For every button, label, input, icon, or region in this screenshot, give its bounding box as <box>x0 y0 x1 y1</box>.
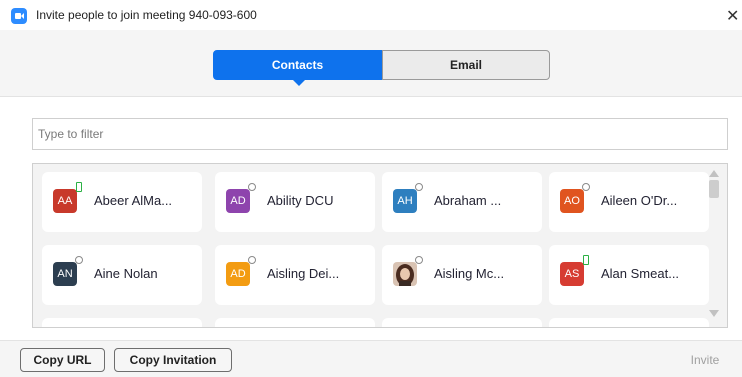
avatar: AH <box>393 189 417 213</box>
offline-status-icon <box>75 256 83 264</box>
scroll-up-arrow-icon[interactable] <box>709 170 719 177</box>
tab-contacts-label: Contacts <box>271 58 324 72</box>
avatar: AO <box>560 189 584 213</box>
zoom-app-icon <box>11 8 27 24</box>
scroll-down-arrow-icon[interactable] <box>709 310 719 317</box>
contact-card[interactable]: AH Abraham ... <box>382 172 542 232</box>
contact-list[interactable]: AA Abeer AlMa... AD Ability DCU AH Abrah… <box>32 163 728 328</box>
copy-url-button[interactable]: Copy URL <box>20 348 105 372</box>
offline-status-icon <box>582 183 590 191</box>
contact-card[interactable]: AD Ability DCU <box>215 172 375 232</box>
avatar: AN <box>53 262 77 286</box>
contact-card[interactable] <box>215 318 375 327</box>
avatar: AD <box>226 262 250 286</box>
avatar: AS <box>560 262 584 286</box>
contact-card[interactable] <box>549 318 709 327</box>
person-photo-icon <box>393 262 417 286</box>
offline-status-icon <box>415 183 423 191</box>
offline-status-icon <box>248 256 256 264</box>
tab-email-label: Email <box>449 58 482 72</box>
copy-invitation-button[interactable]: Copy Invitation <box>114 348 232 372</box>
contact-card[interactable]: AS Alan Smeat... <box>549 245 709 305</box>
contact-name: Abraham ... <box>434 193 502 208</box>
close-icon[interactable]: ✕ <box>726 6 739 26</box>
contact-name: Aisling Mc... <box>434 266 505 281</box>
avatar-photo <box>393 262 417 286</box>
invite-button[interactable]: Invite <box>674 348 736 372</box>
contact-name: Aileen O'Dr... <box>601 193 678 208</box>
mobile-status-icon <box>583 255 589 265</box>
window-title: Invite people to join meeting 940-093-60… <box>36 8 257 22</box>
contact-card[interactable] <box>42 318 202 327</box>
contact-card[interactable]: AD Aisling Dei... <box>215 245 375 305</box>
contact-name: Aisling Dei... <box>267 266 340 281</box>
contact-name: Abeer AlMa... <box>94 193 173 208</box>
contact-card[interactable] <box>382 318 542 327</box>
contact-card[interactable]: AN Aine Nolan <box>42 245 202 305</box>
avatar: AD <box>226 189 250 213</box>
scrollbar-thumb[interactable] <box>709 180 719 198</box>
tab-contacts[interactable]: Contacts <box>213 50 382 86</box>
avatar: AA <box>53 189 77 213</box>
tab-email[interactable]: Email <box>382 50 550 80</box>
contact-name: Ability DCU <box>267 193 334 208</box>
contact-name: Aine Nolan <box>94 266 158 281</box>
contact-card[interactable]: Aisling Mc... <box>382 245 542 305</box>
offline-status-icon <box>415 256 423 264</box>
contact-card[interactable]: AA Abeer AlMa... <box>42 172 202 232</box>
contact-card[interactable]: AO Aileen O'Dr... <box>549 172 709 232</box>
mobile-status-icon <box>76 182 82 192</box>
filter-input[interactable] <box>32 118 728 150</box>
title-bar: Invite people to join meeting 940-093-60… <box>0 0 742 30</box>
offline-status-icon <box>248 183 256 191</box>
contact-name: Alan Smeat... <box>601 266 680 281</box>
footer-bar <box>0 340 742 377</box>
